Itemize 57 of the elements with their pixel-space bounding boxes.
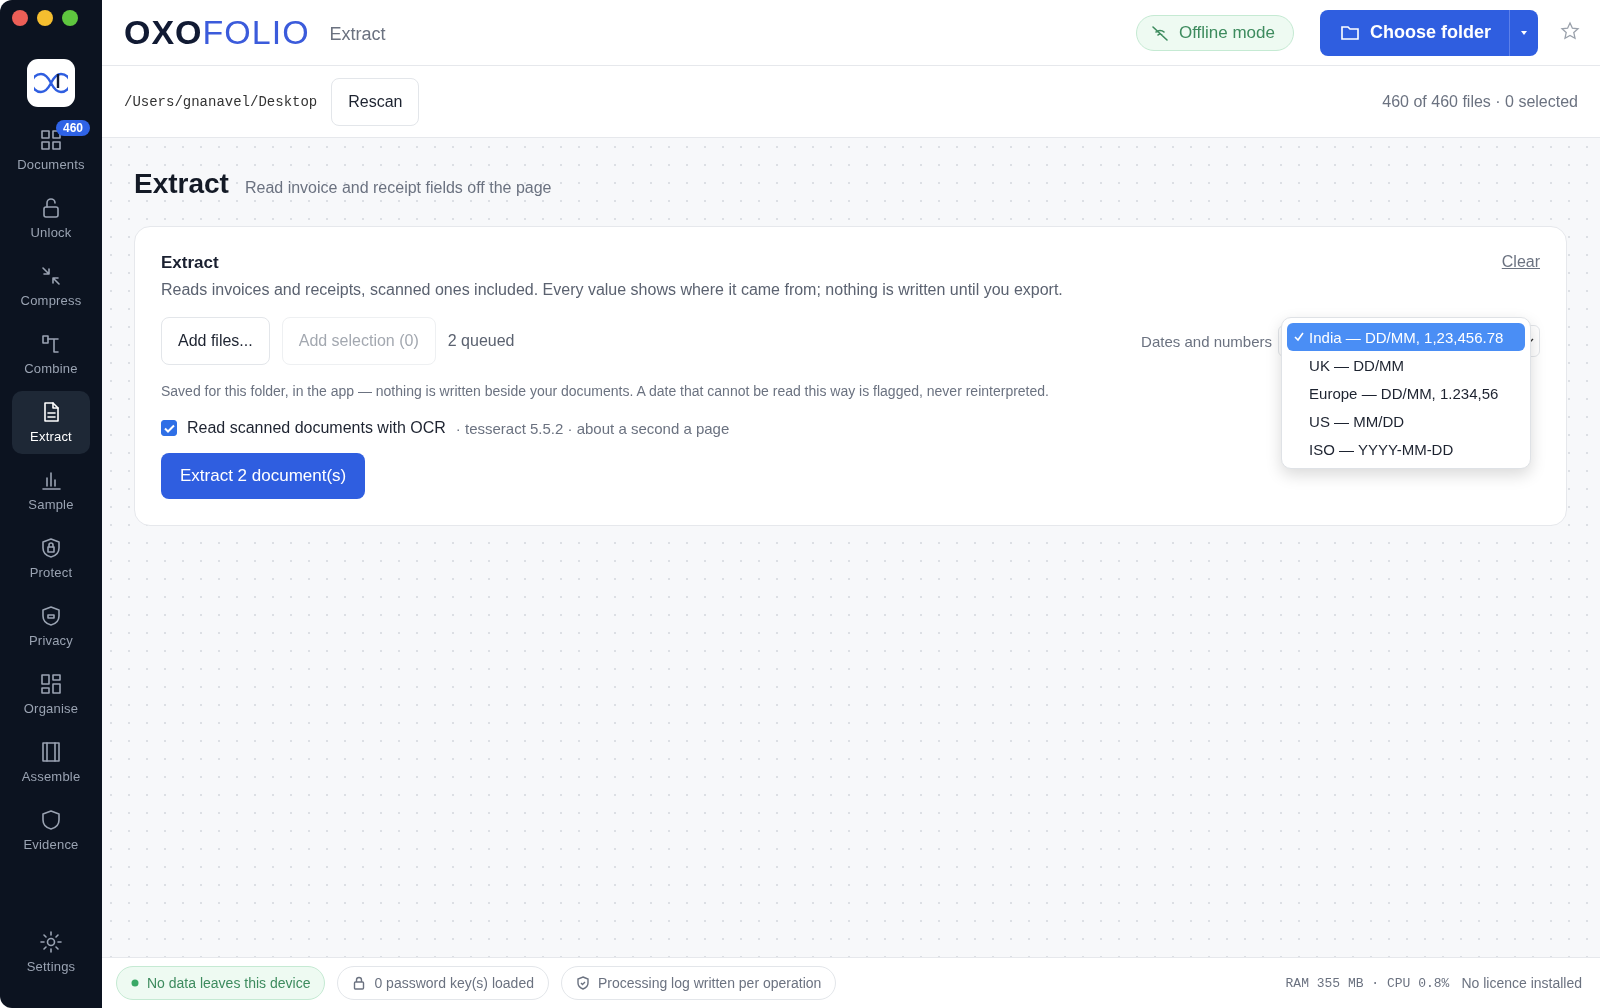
- menu-option[interactable]: UK — DD/MM: [1287, 351, 1526, 379]
- grid-icon: [40, 129, 62, 151]
- padlock-icon: [40, 197, 62, 219]
- add-files-button[interactable]: Add files...: [161, 317, 270, 365]
- sidebar-item[interactable]: Combine: [12, 323, 90, 386]
- sidebar-item[interactable]: Protect: [12, 527, 90, 590]
- minimize-light-icon[interactable]: [37, 10, 53, 26]
- zoom-light-icon[interactable]: [62, 10, 78, 26]
- close-light-icon[interactable]: [12, 10, 28, 26]
- status-badge: No data leaves this device: [116, 966, 326, 1000]
- sidebar-item[interactable]: Privacy: [12, 595, 90, 658]
- sidebar-item[interactable]: Compress: [12, 255, 90, 318]
- settings-button[interactable]: Settings: [12, 921, 90, 984]
- caret-icon: [1520, 29, 1528, 36]
- rescan-button[interactable]: Rescan: [331, 77, 420, 126]
- merge-icon: [40, 333, 62, 355]
- check-icon: [1293, 330, 1306, 343]
- page-subtitle: Read invoice and receipt fields off the page: [244, 179, 552, 197]
- file-summary: 460 of 460 files · 0 selected: [1382, 92, 1578, 111]
- settings-icon: [40, 931, 62, 953]
- menu-option[interactable]: US — MM/DD: [1287, 407, 1526, 435]
- sidebar-item[interactable]: Unlock: [12, 187, 90, 250]
- app-logo: OXOFOLIO: [124, 13, 310, 52]
- ocr-detail: · tesseract 5.5.2 · about a second a page: [455, 419, 730, 437]
- bar-chart-icon: [40, 469, 62, 491]
- book-icon: [40, 741, 62, 763]
- checkbox-label: Read scanned documents with OCR: [187, 419, 446, 437]
- sidebar-item[interactable]: Documents 460: [12, 119, 90, 182]
- sidebar-item[interactable]: Assemble: [12, 731, 90, 794]
- app-logo-icon: [27, 59, 75, 107]
- clear-link[interactable]: Clear: [1501, 253, 1540, 273]
- menu-option[interactable]: Europe — DD/MM, 1.234,56: [1287, 379, 1526, 407]
- shield-icon: [40, 809, 62, 831]
- page-title: Extract: [134, 168, 229, 200]
- folder-icon: [1340, 23, 1360, 42]
- section-title: Extract: [329, 24, 386, 45]
- resource-stats: RAM 355 MB · CPU 0.8%: [1285, 975, 1450, 991]
- sidebar-item[interactable]: Evidence: [12, 799, 90, 862]
- sidebar-item[interactable]: Organise: [12, 663, 90, 726]
- extract-button[interactable]: Extract 2 document(s): [161, 453, 366, 499]
- locale-label: Dates and numbers: [1141, 332, 1272, 350]
- card-title: Extract: [161, 253, 219, 273]
- sidebar-item[interactable]: Extract: [12, 391, 90, 454]
- ocr-checkbox[interactable]: [161, 420, 177, 436]
- queue-count: 2 queued: [447, 332, 515, 350]
- licence-status: No licence installed: [1461, 975, 1582, 991]
- compress-icon: [40, 265, 62, 287]
- sidebar-item[interactable]: Sample: [12, 459, 90, 522]
- help-text: Saved for this folder, in the app — nothing is written beside your documents. A date that cannot be read this way is flagged, never reinterpreted.: [161, 383, 1049, 399]
- menu-option[interactable]: ISO — YYYY-MM-DD: [1287, 435, 1526, 463]
- offline-badge: Offline mode: [1135, 14, 1294, 51]
- count-badge: 460: [56, 120, 91, 136]
- shield-lock-icon: [40, 537, 62, 559]
- card-description: Reads invoices and receipts, scanned ones included. Every value shows where it came from; nothing is written until you export.: [161, 281, 1064, 299]
- layout-icon: [40, 673, 62, 695]
- shield-icon: [40, 605, 62, 627]
- folder-path: /Users/gnanavel/Desktop: [124, 93, 318, 110]
